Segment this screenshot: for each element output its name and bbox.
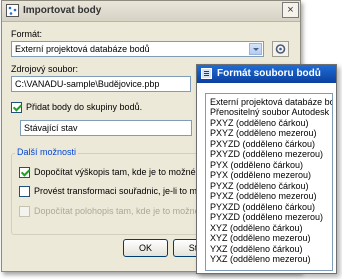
list-item[interactable]: PYXZD (odděleno čárkou) [210,202,315,212]
add-to-group-checkbox[interactable] [11,102,22,113]
list-item[interactable]: PYX (odděleno mezerou) [210,170,311,180]
ok-button-label: OK [138,243,152,253]
list-item[interactable]: XYZ (odděleno mezerou) [210,233,311,243]
dialog-titlebar[interactable]: Importovat body × [2,1,300,22]
format-dropdown-value: Externí projektová databáze bodů [15,44,150,54]
compute-planimetry-label: Dopočítat polohopis tam, kde je to možné [34,206,200,216]
source-file-field[interactable]: C:\VANADU-sample\Budějovice.pbp [11,76,191,92]
close-icon: × [287,4,294,16]
popup-title: Formát souboru bodů [217,68,321,79]
list-item[interactable]: YXZ (odděleno mezerou) [210,254,311,264]
list-item[interactable]: XYZ (odděleno čárkou) [210,223,303,233]
compute-elevation-label: Dopočítat výškopis tam, kde je to možné [34,167,196,177]
compute-elevation-checkbox[interactable] [19,167,30,178]
ok-button[interactable]: OK [123,239,168,257]
list-item[interactable]: PYXZD (odděleno mezerou) [210,212,323,222]
close-button[interactable]: × [282,2,299,18]
source-file-label: Zdrojový soubor: [11,64,79,74]
list-item[interactable]: PYXZ (odděleno čárkou) [210,181,309,191]
more-options-title: Další možnosti [15,147,79,157]
source-file-value: C:\VANADU-sample\Budějovice.pbp [15,79,160,89]
popup-titlebar[interactable]: Formát souboru bodů [197,65,336,83]
format-settings-button[interactable] [272,41,289,57]
import-points-icon [6,4,19,17]
format-dropdown[interactable]: Externí projektová databáze bodů [11,41,264,57]
list-item[interactable]: Přenositelný soubor Autodesk [210,107,329,117]
point-group-field[interactable]: Stávající stav [20,120,192,136]
list-item[interactable]: PYXZ (odděleno mezerou) [210,191,317,201]
transform-coordinates-checkbox[interactable] [19,186,30,197]
list-item[interactable]: PXYZD (odděleno mezerou) [210,149,323,159]
file-format-list[interactable]: Externí projektová databáze bodů Přenosi… [205,93,333,271]
compute-planimetry-checkbox [19,206,30,217]
dialog-title: Importovat body [23,5,102,16]
list-item[interactable]: YXZ (odděleno čárkou) [210,244,303,254]
list-item[interactable]: PYX (odděleno čárkou) [210,160,303,170]
list-item[interactable]: Externí projektová databáze bodů [210,97,332,107]
point-group-value: Stávající stav [24,123,78,133]
format-label: Formát: [11,29,43,39]
list-window-icon [201,68,212,79]
list-item[interactable]: PXYZ (odděleno mezerou) [210,128,317,138]
list-item[interactable]: PXYZD (odděleno čárkou) [210,139,315,149]
gear-icon [275,44,286,54]
add-to-group-label: Přidat body do skupiny bodů. [26,102,143,112]
list-item[interactable]: PXYZ (odděleno čárkou) [210,118,309,128]
file-format-popup: Formát souboru bodů Externí projektová d… [196,64,337,274]
transform-coordinates-label: Provést transformaci souřadnic, je-li to… [34,186,217,196]
chevron-down-icon[interactable] [249,43,262,55]
